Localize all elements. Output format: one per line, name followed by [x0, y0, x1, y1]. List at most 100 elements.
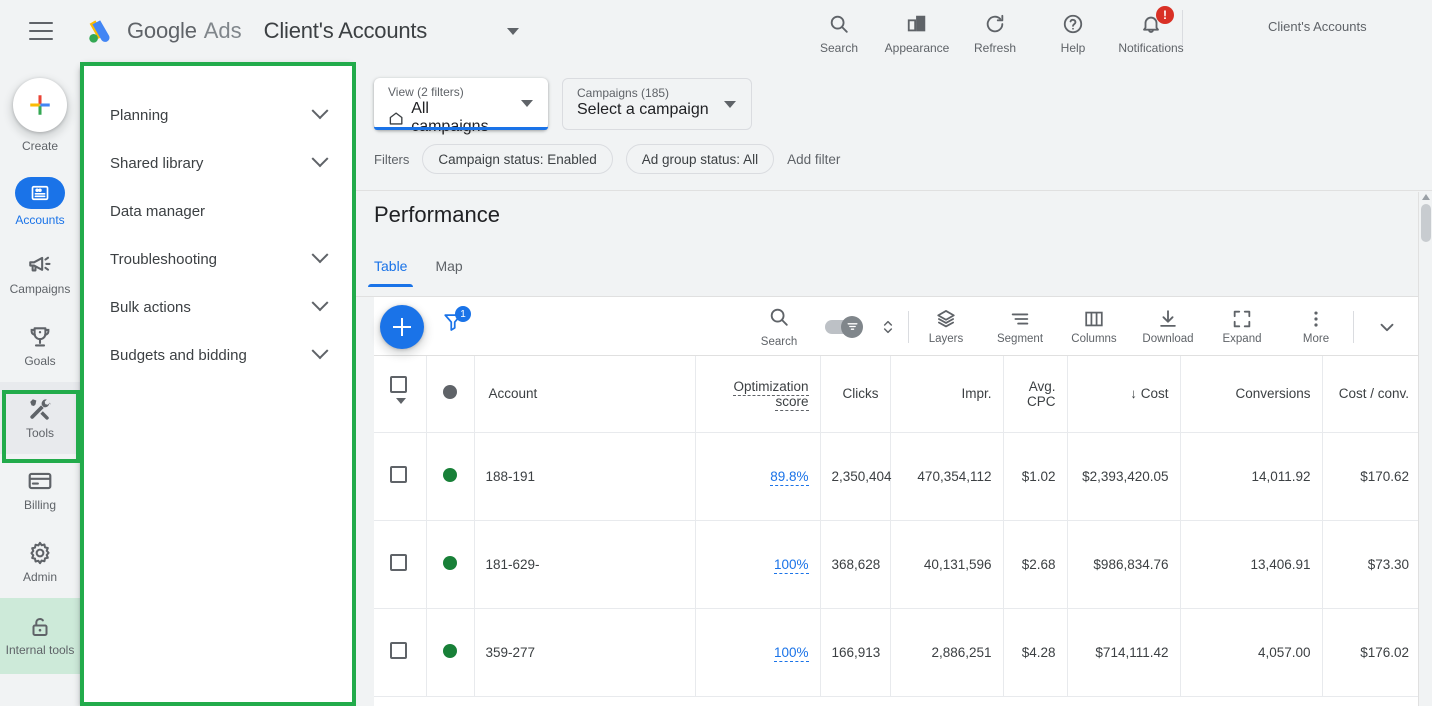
status-enabled-dot-icon: [443, 643, 457, 658]
sidebar-item-tools[interactable]: Tools: [0, 382, 80, 454]
row-checkbox[interactable]: [390, 554, 407, 571]
header-conversions[interactable]: Conversions: [1180, 356, 1323, 433]
tools-menu-item-label: Bulk actions: [110, 298, 191, 316]
table-action-download[interactable]: Download: [1131, 297, 1205, 356]
cell-conversions: 14,011.92: [1180, 432, 1323, 521]
header-account[interactable]: Account: [474, 356, 696, 433]
table-action-layers[interactable]: Layers: [909, 297, 983, 356]
tools-menu-item-data-manager[interactable]: Data manager: [80, 187, 354, 235]
create-button[interactable]: [13, 78, 67, 132]
sidebar-item-goals[interactable]: Goals: [0, 310, 80, 382]
campaign-selector-chevron-down-icon[interactable]: [724, 101, 736, 108]
table-action-segment[interactable]: Segment: [983, 297, 1057, 356]
table-action-columns[interactable]: Columns: [1057, 297, 1131, 356]
main-content: View (2 filters) All campaigns Campaigns…: [356, 62, 1432, 706]
table-row[interactable]: 359-277 100% 166,913 2,886,251 $4.28 $71…: [374, 608, 1420, 697]
sidebar-item-admin[interactable]: Admin: [0, 526, 80, 598]
top-action-refresh[interactable]: Refresh: [956, 5, 1034, 55]
tools-menu-item-shared-library[interactable]: Shared library: [80, 139, 354, 187]
filters-label: Filters: [374, 151, 410, 167]
tools-menu-item-label: Planning: [110, 106, 169, 124]
hamburger-menu-icon[interactable]: [29, 22, 53, 40]
header-select-all[interactable]: [374, 356, 427, 433]
cell-account[interactable]: 181-629-: [474, 520, 696, 609]
toggle-knob: [841, 315, 863, 338]
tools-menu-item-planning[interactable]: Planning: [80, 91, 354, 139]
add-filter-button[interactable]: Add filter: [787, 152, 840, 167]
select-all-checkbox[interactable]: [390, 376, 407, 394]
top-app-bar: Google Ads Client's Accounts Search Appe…: [0, 0, 1432, 62]
tab-table[interactable]: Table: [367, 258, 415, 287]
optimization-score-link[interactable]: 89.8%: [770, 468, 809, 486]
cell-account[interactable]: 359-277: [474, 608, 696, 697]
header-label: Cost: [1140, 386, 1169, 402]
view-selector[interactable]: View (2 filters) All campaigns: [374, 78, 548, 135]
chevron-down-icon: [311, 294, 329, 312]
header-clicks[interactable]: Clicks: [820, 356, 891, 433]
row-checkbox-cell[interactable]: [374, 608, 427, 697]
table-filter-toggle[interactable]: [816, 297, 868, 356]
top-action-search[interactable]: Search: [800, 5, 878, 55]
toggle-switch[interactable]: [825, 315, 863, 338]
view-selector-chevron-down-icon[interactable]: [521, 100, 533, 107]
view-selector-underline: [374, 127, 548, 130]
performance-table-card: 1 Search Layers Segment Columns Download…: [374, 297, 1420, 706]
header-avg-cpc[interactable]: Avg. CPC: [1003, 356, 1068, 433]
header-cost[interactable]: ↓ Cost: [1067, 356, 1181, 433]
cell-optimization-score[interactable]: 100%: [695, 520, 821, 609]
performance-heading: Performance: [374, 202, 500, 227]
optimization-score-link[interactable]: 100%: [773, 644, 809, 662]
vertical-scrollbar[interactable]: [1418, 192, 1432, 706]
top-action-label: Appearance: [884, 41, 950, 55]
row-checkbox-cell[interactable]: [374, 520, 427, 609]
sidebar-item-create[interactable]: Create: [0, 62, 80, 166]
top-action-help[interactable]: Help: [1034, 5, 1112, 55]
top-action-notifications[interactable]: ! Notifications: [1112, 5, 1190, 55]
add-button[interactable]: [380, 305, 424, 349]
table-action-more[interactable]: More: [1279, 297, 1353, 356]
filter-chip-ad-group-status[interactable]: Ad group status: All: [625, 144, 775, 174]
tools-menu-item-budgets-and-bidding[interactable]: Budgets and bidding: [80, 331, 354, 379]
row-checkbox[interactable]: [390, 642, 407, 659]
table-row[interactable]: 188-191 89.8% 2,350,404 470,354,112 $1.0…: [374, 432, 1420, 521]
sidebar-item-label: Create: [21, 139, 59, 153]
table-filter-button[interactable]: 1: [442, 306, 471, 338]
segment-icon: [1011, 313, 1029, 325]
cell-account[interactable]: 188-191: [474, 432, 696, 521]
header-impr[interactable]: Impr.: [890, 356, 1004, 433]
header-cost-per-conv[interactable]: Cost / conv.: [1322, 356, 1420, 433]
account-chevron-down-icon[interactable]: [507, 27, 520, 35]
table-search-button[interactable]: Search: [742, 297, 816, 356]
campaign-selector[interactable]: Campaigns (185) Select a campaign: [562, 78, 752, 130]
top-action-appearance[interactable]: Appearance: [878, 5, 956, 55]
sidebar-item-label: Accounts: [15, 213, 65, 227]
trophy-icon: [30, 327, 50, 347]
row-checkbox-cell[interactable]: [374, 432, 427, 521]
tools-menu-item-troubleshooting[interactable]: Troubleshooting: [80, 235, 354, 283]
table-sort-button[interactable]: [868, 297, 908, 356]
download-icon: [1160, 310, 1176, 327]
chevron-down-icon: [311, 342, 329, 360]
sidebar-item-campaigns[interactable]: Campaigns: [0, 238, 80, 310]
table-collapse-button[interactable]: [1354, 297, 1420, 356]
sidebar-item-accounts[interactable]: Accounts: [0, 166, 80, 238]
sidebar-item-billing[interactable]: Billing: [0, 454, 80, 526]
cell-avg-cpc: $2.68: [1003, 520, 1068, 609]
sidebar-item-internal-tools[interactable]: Internal tools: [0, 598, 80, 674]
accounts-icon: [15, 177, 65, 209]
table-action-expand[interactable]: Expand: [1205, 297, 1279, 356]
view-selector-value: All campaigns: [411, 100, 488, 135]
tab-map[interactable]: Map: [435, 258, 462, 287]
optimization-score-link[interactable]: 100%: [773, 556, 809, 574]
chevron-down-icon[interactable]: [396, 398, 406, 405]
cell-optimization-score[interactable]: 100%: [695, 608, 821, 697]
row-checkbox[interactable]: [390, 466, 407, 483]
tools-menu-item-bulk-actions[interactable]: Bulk actions: [80, 283, 354, 331]
table-action-label: Expand: [1222, 333, 1262, 345]
header-optimization-score[interactable]: Optimization score: [695, 356, 821, 433]
filter-chip-campaign-status[interactable]: Campaign status: Enabled: [422, 144, 613, 174]
table-row[interactable]: 181-629- 100% 368,628 40,131,596 $2.68 $…: [374, 520, 1420, 609]
scroll-up-arrow-icon[interactable]: [1422, 194, 1430, 200]
cell-optimization-score[interactable]: 89.8%: [695, 432, 821, 521]
scrollbar-thumb[interactable]: [1421, 204, 1431, 242]
